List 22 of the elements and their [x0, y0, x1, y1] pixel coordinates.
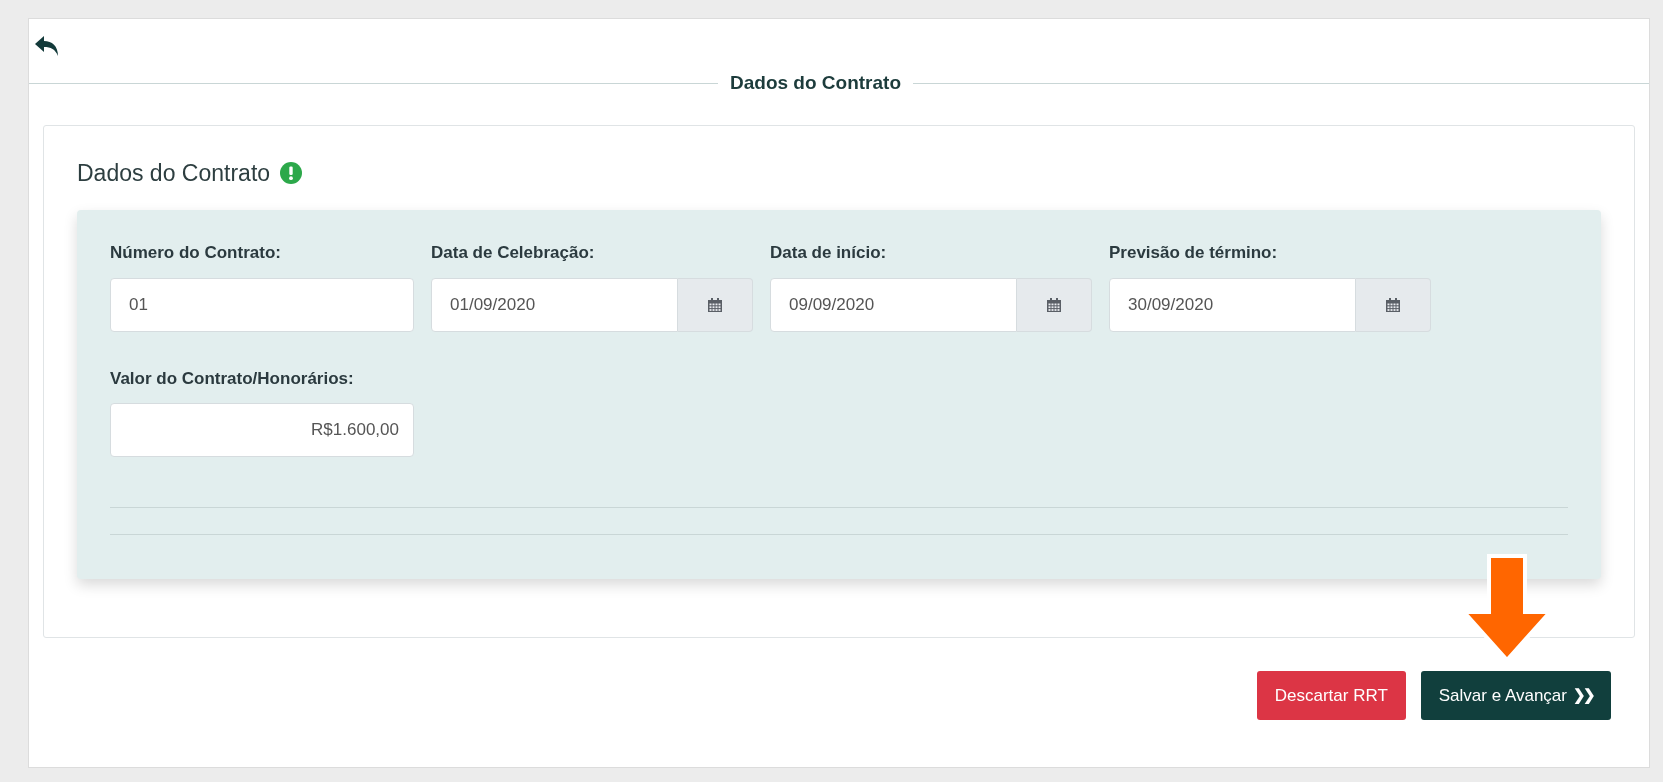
warning-icon	[280, 161, 303, 184]
legend-title: Dados do Contrato	[729, 71, 902, 95]
date-field[interactable]: 01/09/2020	[431, 277, 678, 332]
field-label: Data de início:	[770, 242, 888, 264]
field-label: Número do Contrato:	[110, 242, 282, 264]
input-field[interactable]: 01	[110, 277, 414, 332]
input-field[interactable]: R$1.600,00	[110, 403, 414, 457]
field-label: Previsão de término:	[1109, 242, 1279, 264]
discard-button[interactable]: Descartar RRT	[1256, 671, 1406, 720]
calendar-button[interactable]	[1356, 277, 1431, 332]
date-field[interactable]: 09/09/2020	[770, 277, 1017, 332]
field-label: Valor do Contrato/Honorários:	[110, 367, 355, 390]
calendar-button[interactable]	[1017, 277, 1092, 332]
date-field[interactable]: 30/09/2020	[1109, 277, 1356, 332]
field-label: Data de Celebração:	[431, 242, 596, 264]
calendar-icon	[707, 296, 723, 313]
save-button[interactable]: Salvar e Avançar ❯❯	[1420, 671, 1611, 720]
reply-icon	[33, 34, 61, 58]
section-title: Dados do Contrato	[77, 158, 271, 188]
calendar-icon	[1385, 296, 1401, 313]
calendar-button[interactable]	[678, 277, 753, 332]
calendar-icon	[1046, 296, 1062, 313]
